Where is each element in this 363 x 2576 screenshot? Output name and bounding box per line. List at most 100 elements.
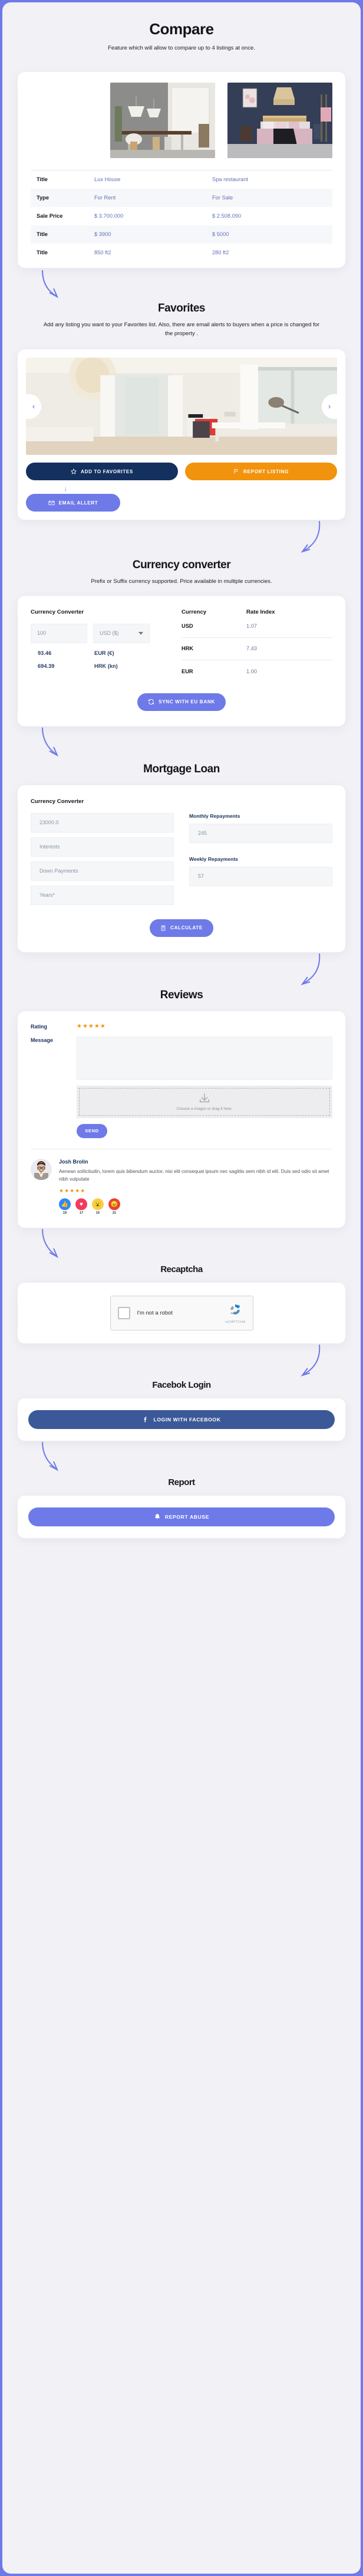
mortgage-card-heading: Currency Converter — [31, 798, 84, 805]
recaptcha-checkbox[interactable] — [117, 1307, 130, 1320]
reviewer-name: Josh Brolin — [59, 1158, 88, 1165]
listing-thumbnail-dining-room[interactable] — [110, 82, 215, 158]
loan-amount-placeholder: 23000.0 — [39, 820, 59, 826]
dropzone-inner: Choose a images or drag it here. — [79, 1087, 330, 1116]
recaptcha-widget[interactable]: I'm not a robot reCAPTCHA — [110, 1296, 253, 1331]
rate-value: 1.07 — [246, 623, 258, 630]
favorites-section: Favorites Add any listing you want to yo… — [2, 302, 361, 559]
flow-arrow-facebook-to-report — [18, 1441, 345, 1477]
rate-currency: USD — [182, 623, 193, 630]
reaction-thumbs-up[interactable]: 👍 19 — [59, 1198, 71, 1215]
mortgage-section: Mortgage Loan Currency Converter 23000.0… — [2, 763, 361, 989]
avatar — [31, 1158, 52, 1180]
reaction-count: 15 — [95, 1211, 100, 1215]
rate-row: USD 1.07 — [182, 615, 332, 638]
refresh-icon — [148, 699, 154, 705]
report-abuse-label: REPORT ABUSE — [164, 1514, 210, 1520]
sync-label: SYNC WITH EU BANK — [159, 699, 215, 705]
years-input[interactable]: Years* — [31, 885, 174, 905]
favorites-card: ‹ › ADD TO FAVORITES REPORT LISTING ↓ EM… — [18, 349, 345, 520]
sync-with-eu-bank-button[interactable]: SYNC WITH EU BANK — [137, 693, 226, 711]
image-dropzone[interactable]: Choose a images or drag it here. — [77, 1085, 332, 1118]
currency-amount-input[interactable]: 100 — [31, 623, 87, 643]
send-label: SEND — [85, 1128, 99, 1134]
compare-subtitle: Feature which will allow to compare up t… — [108, 45, 255, 51]
login-with-facebook-button[interactable]: LOGIN WITH FACEBOOK — [28, 1410, 335, 1430]
recaptcha-card: I'm not a robot reCAPTCHA — [18, 1283, 345, 1344]
compare-section: Compare Feature which will allow to comp… — [2, 2, 361, 302]
mortgage-inputs: 23000.0 Interests Down Payments Years* — [31, 812, 174, 910]
conversion-value: 93.46 — [38, 650, 52, 656]
down-payments-placeholder: Down Payments — [39, 868, 78, 874]
rating-stars[interactable]: ★★★★★ — [77, 1023, 106, 1030]
facebook-card: LOGIN WITH FACEBOOK — [18, 1398, 345, 1441]
flow-arrow-reviews-to-recaptcha — [18, 1228, 345, 1264]
message-label: Message — [31, 1037, 54, 1043]
rate-index-panel: Currency Rate Index USD 1.07 HRK 7.43 EU… — [182, 609, 332, 683]
rate-table-header: Currency Rate Index — [182, 609, 332, 615]
mortgage-card: Currency Converter 23000.0 Interests Dow… — [18, 785, 345, 952]
reaction-count: 19 — [62, 1211, 67, 1215]
angry-face-icon: 😠 — [108, 1198, 120, 1211]
calculate-button[interactable]: CALCULATE — [150, 919, 213, 937]
recaptcha-brand: reCAPTCHA — [225, 1303, 245, 1324]
compare-card: Title Lux House Spa restaurant Type For … — [18, 71, 345, 268]
favorites-carousel: ‹ › — [26, 358, 337, 455]
recaptcha-label: I'm not a robot — [137, 1310, 173, 1317]
flow-arrow-down-small: ↓ — [64, 484, 68, 493]
message-textarea[interactable] — [77, 1036, 332, 1080]
add-to-favorites-button[interactable]: ADD TO FAVORITES — [26, 463, 178, 481]
reaction-wow[interactable]: 😮 15 — [92, 1198, 104, 1215]
table-row: Title $ 3900 $ 5000 — [31, 225, 332, 244]
mortgage-title: Mortgage Loan — [143, 762, 220, 775]
row-label: Title — [37, 250, 48, 256]
recaptcha-brand-text: reCAPTCHA — [225, 1320, 246, 1324]
conversion-row: 694.39 HRK (kn) — [31, 663, 182, 669]
download-icon — [199, 1093, 210, 1103]
favorites-subtitle: Add any listing you want to your Favorit… — [43, 321, 320, 337]
chevron-left-icon: ‹ — [32, 402, 35, 411]
currency-subtitle: Prefix or Suffix currency supported. Pri… — [91, 578, 272, 585]
flow-arrow-favorites-to-currency — [18, 520, 345, 559]
message-row: Message — [31, 1036, 332, 1080]
facebook-icon — [144, 1417, 147, 1423]
listing-thumbnail-bedroom[interactable] — [227, 82, 332, 158]
flow-arrow-mortgage-to-reviews — [18, 952, 345, 989]
report-listing-button[interactable]: REPORT LISTING — [185, 463, 337, 481]
currency-select[interactable]: USD ($) — [93, 623, 150, 643]
row-value-a: $ 3900 — [94, 231, 111, 238]
facebook-label: LOGIN WITH FACEBOOK — [153, 1417, 221, 1423]
reaction-angry[interactable]: 😠 21 — [108, 1198, 120, 1215]
flag-icon — [234, 469, 238, 474]
interests-input[interactable]: Interests — [31, 837, 174, 857]
thumbs-up-icon: 👍 — [59, 1198, 71, 1211]
down-payments-input[interactable]: Down Payments — [31, 861, 174, 881]
flow-arrow-currency-to-mortgage — [18, 726, 345, 763]
reviews-section: Reviews Rating ★★★★★ Message Choose a im… — [2, 989, 361, 1264]
row-value-a: Lux House — [94, 176, 121, 183]
report-card: REPORT ABUSE — [18, 1496, 345, 1539]
row-value-b: $ 2.508.090 — [212, 213, 242, 219]
weekly-repayments-label: Weekly Repayments — [189, 856, 238, 862]
rate-header-currency: Currency — [182, 608, 207, 615]
reaction-heart[interactable]: ♥ 17 — [75, 1198, 87, 1215]
compare-table: Title Lux House Spa restaurant Type For … — [31, 169, 332, 262]
send-review-button[interactable]: SEND — [77, 1123, 107, 1138]
rate-row: EUR 1.00 — [182, 660, 332, 683]
row-value-a: $ 3.700.000 — [94, 213, 124, 219]
loan-amount-input[interactable]: 23000.0 — [31, 812, 174, 833]
envelope-icon — [48, 500, 55, 505]
conversion-currency: HRK (kn) — [94, 663, 118, 669]
email-alert-button[interactable]: EMAIL ALLERT — [26, 494, 120, 512]
row-value-b: $ 5000 — [212, 231, 229, 238]
currency-card: Currency Converter 100 USD ($) 93.46 EUR… — [18, 595, 345, 726]
report-abuse-button[interactable]: REPORT ABUSE — [28, 1507, 335, 1527]
rate-header-rate: Rate Index — [246, 608, 275, 615]
compare-title: Compare — [149, 20, 214, 38]
row-value-b: 280 ft2 — [212, 250, 229, 256]
flow-arrow-compare-to-favorites — [18, 268, 345, 302]
row-value-b: Spa restaurant — [212, 176, 248, 183]
rate-currency: HRK — [182, 645, 194, 652]
calculator-icon — [161, 925, 166, 931]
recaptcha-section: Recaptcha I'm not a robot reCAPTCHA — [2, 1264, 361, 1380]
